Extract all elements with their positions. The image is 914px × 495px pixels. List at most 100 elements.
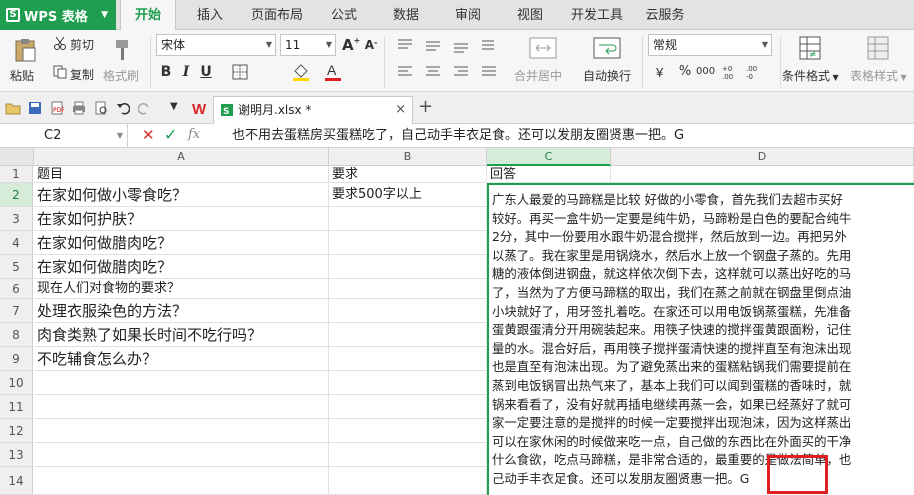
borders-icon[interactable] (224, 63, 256, 81)
cell-b5[interactable] (329, 255, 487, 279)
row-header[interactable]: 1 (0, 166, 33, 183)
close-tab-icon[interactable]: × (395, 97, 406, 123)
cancel-edit-icon[interactable]: ✕ (142, 126, 155, 144)
row-header[interactable]: 2 (0, 183, 33, 207)
wrap-text-button[interactable]: 自动换行 (583, 67, 631, 84)
decimal-buttons-icon[interactable]: +0.00.00 -0 (720, 62, 766, 82)
cell-c1[interactable]: 回答 (487, 166, 611, 183)
merge-center-icon[interactable] (526, 34, 560, 62)
redo-icon[interactable] (136, 100, 154, 116)
font-size-select[interactable]: 11 ▼ (280, 34, 336, 56)
tab-view[interactable]: 视图 (506, 0, 554, 30)
row-header[interactable]: 11 (0, 395, 33, 419)
cell-a3[interactable]: 在家如何护肤？ (34, 207, 329, 231)
column-header-a[interactable]: A (34, 148, 329, 166)
cell-a11[interactable] (34, 395, 329, 419)
increase-font-icon[interactable]: A+ (342, 36, 360, 54)
tab-page-layout[interactable]: 页面布局 (244, 0, 310, 30)
conditional-format-button[interactable]: 条件格式 ▼ (782, 67, 839, 84)
cell-b8[interactable] (329, 323, 487, 347)
cell-a6[interactable]: 现在人们对食物的要求？ (34, 279, 329, 299)
cut-button[interactable]: 剪切 (70, 36, 94, 53)
column-header-b[interactable]: B (329, 148, 487, 166)
cell-a14[interactable] (34, 467, 329, 495)
row-header[interactable]: 3 (0, 207, 33, 231)
cell-b2[interactable]: 要求500字以上 (329, 183, 487, 207)
cell-a12[interactable] (34, 419, 329, 443)
row-header[interactable]: 7 (0, 299, 33, 323)
row-header[interactable]: 12 (0, 419, 33, 443)
horizontal-align-icons[interactable] (394, 62, 504, 82)
cell-b14[interactable] (329, 467, 487, 495)
font-color-icon[interactable]: A (318, 62, 348, 82)
cell-b9[interactable] (329, 347, 487, 371)
cell-b4[interactable] (329, 231, 487, 255)
cell-b11[interactable] (329, 395, 487, 419)
row-header[interactable]: 10 (0, 371, 33, 395)
tab-formula[interactable]: 公式 (320, 0, 368, 30)
column-header-d[interactable]: D (611, 148, 914, 166)
formula-input[interactable]: 也不用去蛋糕房买蛋糕吃了，自己动手丰衣足食。还可以发朋友圈贤惠一把。G (232, 124, 684, 147)
cell-b1[interactable]: 要求 (329, 166, 487, 183)
save-icon[interactable] (26, 100, 44, 116)
cell-b12[interactable] (329, 419, 487, 443)
currency-icon[interactable]: ¥ (650, 62, 672, 82)
copy-button[interactable]: 复制 (70, 66, 94, 83)
tab-developer[interactable]: 开发工具 (566, 0, 628, 30)
thousands-button[interactable]: 000 (696, 66, 715, 77)
cell-a1[interactable]: 题目 (34, 166, 329, 183)
insert-function-button[interactable]: fx (188, 127, 200, 142)
copy-icon[interactable] (52, 64, 68, 80)
row-header[interactable]: 9 (0, 347, 33, 371)
tab-cloud[interactable]: 云服务 (638, 0, 692, 30)
row-header[interactable]: 8 (0, 323, 33, 347)
column-header-c[interactable]: C (487, 148, 611, 166)
print-preview-icon[interactable] (92, 100, 110, 116)
row-header[interactable]: 13 (0, 443, 33, 467)
number-format-select[interactable]: 常规 ▼ (648, 34, 772, 56)
export-pdf-icon[interactable]: PDF (48, 100, 66, 116)
cell-b3[interactable] (329, 207, 487, 231)
cell-a5[interactable]: 在家如何做腊肉吃？ (34, 255, 329, 279)
tab-data[interactable]: 数据 (380, 0, 432, 30)
confirm-edit-icon[interactable]: ✓ (164, 125, 177, 144)
paste-button[interactable]: 粘贴 (10, 67, 34, 84)
vertical-align-icons[interactable] (394, 36, 504, 56)
cell-a2[interactable]: 在家如何做小零食吃？ (34, 183, 329, 207)
row-header[interactable]: 5 (0, 255, 33, 279)
font-name-select[interactable]: 宋体 ▼ (156, 34, 276, 56)
cell-a4[interactable]: 在家如何做腊肉吃？ (34, 231, 329, 255)
fill-color-icon[interactable] (286, 63, 316, 81)
percent-button[interactable]: % (676, 64, 694, 79)
undo-icon[interactable] (114, 100, 132, 116)
table-style-icon[interactable] (864, 34, 894, 62)
open-folder-icon[interactable] (4, 100, 22, 116)
tab-home[interactable]: 开始 (120, 0, 176, 31)
bold-button[interactable]: B (157, 64, 175, 80)
select-all-corner[interactable] (0, 148, 34, 166)
document-tab[interactable]: S 谢明月.xlsx * × (213, 96, 413, 124)
print-icon[interactable] (70, 100, 88, 116)
new-tab-button[interactable]: + (418, 96, 433, 117)
cell-b10[interactable] (329, 371, 487, 395)
format-painter-button[interactable]: 格式刷 (103, 67, 139, 84)
row-header[interactable]: 14 (0, 467, 33, 495)
cell-a10[interactable] (34, 371, 329, 395)
format-painter-icon[interactable] (108, 36, 136, 64)
paste-icon[interactable] (10, 36, 40, 64)
cell-b7[interactable] (329, 299, 487, 323)
cell-c2-editor[interactable]: 广东人最爱的马蹄糕是比较 好做的小零食，首先我们去超市买好 较好。再买一盒牛奶一… (487, 183, 914, 495)
tab-insert[interactable]: 插入 (186, 0, 234, 30)
table-style-button[interactable]: 表格样式 ▼ (850, 67, 907, 84)
wrap-text-icon[interactable] (590, 34, 624, 62)
decrease-font-icon[interactable]: A- (362, 38, 380, 52)
scissors-icon[interactable] (52, 35, 68, 51)
italic-button[interactable]: I (177, 64, 195, 80)
tab-review[interactable]: 审阅 (444, 0, 492, 30)
row-header[interactable]: 4 (0, 231, 33, 255)
conditional-format-icon[interactable]: ≠ (796, 34, 826, 62)
app-menu-button[interactable]: S WPS 表格 ▼ (0, 0, 116, 30)
cell-a8[interactable]: 肉食类熟了如果长时间不吃行吗？ (34, 323, 329, 347)
underline-button[interactable]: U (197, 64, 215, 80)
wps-home-icon[interactable]: W (190, 98, 210, 118)
